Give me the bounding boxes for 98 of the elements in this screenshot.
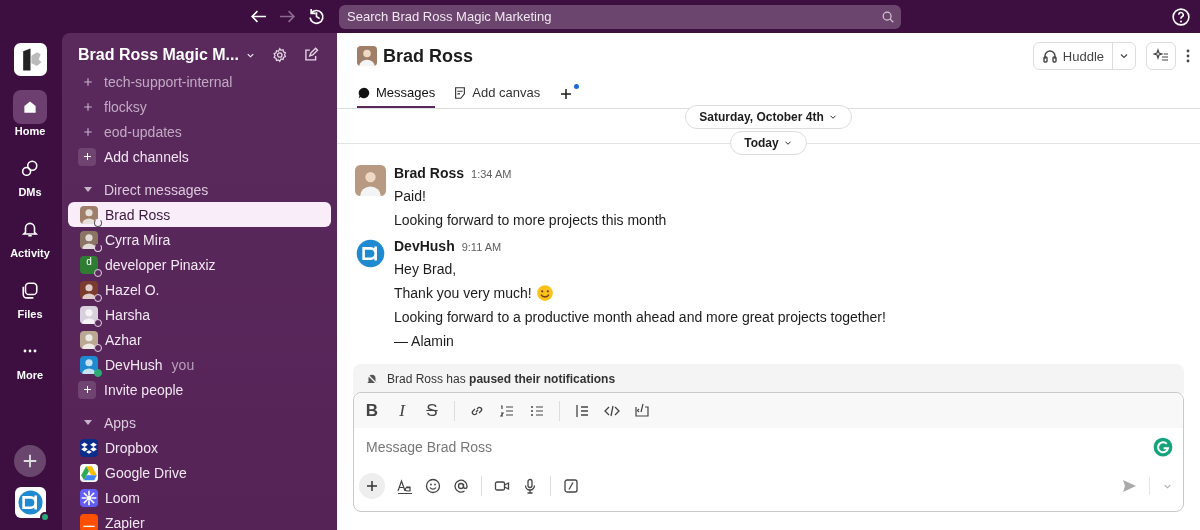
avatar xyxy=(80,305,98,324)
dm-item[interactable]: Cyrra Mira xyxy=(68,227,331,252)
shortcut-icon[interactable] xyxy=(563,478,579,494)
files-icon xyxy=(21,281,39,299)
avatar xyxy=(80,280,98,299)
avatar xyxy=(80,355,98,374)
avatar: d xyxy=(80,255,98,274)
dm-item[interactable]: Azhar xyxy=(68,327,331,352)
app-item[interactable]: Zapier xyxy=(68,510,331,530)
message-text: Hey Brad, xyxy=(394,260,457,277)
help-icon[interactable] xyxy=(1172,7,1190,26)
kebab-menu-icon[interactable] xyxy=(1186,48,1190,64)
forward-arrow-icon[interactable] xyxy=(279,8,296,25)
banner-text: Brad Ross has paused their notifications xyxy=(387,372,616,386)
date-divider[interactable]: Saturday, October 4th xyxy=(685,105,852,129)
dm-item[interactable]: Harsha xyxy=(68,302,331,327)
attach-button[interactable] xyxy=(359,473,385,499)
author-name[interactable]: DevHush xyxy=(394,238,455,254)
video-icon[interactable] xyxy=(494,478,510,494)
section-header[interactable]: Apps xyxy=(68,410,331,435)
sparkle-list-icon xyxy=(1153,48,1169,64)
rail-tab[interactable]: Activity xyxy=(10,212,50,259)
more-icon xyxy=(22,349,38,353)
back-arrow-icon[interactable] xyxy=(250,8,267,25)
workspace-logo[interactable] xyxy=(13,43,47,76)
app-item[interactable]: Google Drive xyxy=(68,460,331,485)
quote-icon[interactable] xyxy=(574,402,590,419)
section-header[interactable]: Direct messages xyxy=(68,177,331,202)
chat-bubble-icon xyxy=(357,85,371,100)
avatar xyxy=(355,238,386,269)
dm-item[interactable]: DevHush you xyxy=(68,352,331,377)
headphones-icon xyxy=(1041,48,1058,64)
date-divider[interactable]: Today xyxy=(730,131,807,155)
add-item[interactable]: Invite people xyxy=(68,377,331,402)
tab[interactable]: Add canvas xyxy=(453,85,541,108)
smiley-icon xyxy=(535,283,554,302)
dm-item[interactable]: Brad Ross xyxy=(68,202,331,227)
avatar xyxy=(80,205,98,224)
plus-icon xyxy=(81,384,93,395)
avatar xyxy=(80,230,98,249)
tab[interactable]: Messages xyxy=(357,85,436,108)
user-avatar[interactable] xyxy=(14,487,46,518)
bold-button[interactable]: B xyxy=(364,400,380,421)
search-icon xyxy=(881,9,895,24)
plus-icon xyxy=(82,100,94,113)
app-item[interactable]: Dropbox xyxy=(68,435,331,460)
add-item[interactable]: Add channels xyxy=(68,144,331,169)
channel-item[interactable]: flocksy xyxy=(68,94,331,119)
channel-item[interactable]: tech-support-internal xyxy=(68,69,331,94)
dm-item[interactable]: d developer Pinaxiz xyxy=(68,252,331,277)
settings-icon[interactable] xyxy=(271,45,288,65)
avatar xyxy=(80,330,98,349)
emoji-icon[interactable] xyxy=(425,478,441,494)
rail-tab[interactable]: More xyxy=(13,334,47,381)
code-block-icon[interactable] xyxy=(634,402,650,419)
rail-tab[interactable]: Files xyxy=(13,273,47,320)
message-text: Paid! xyxy=(394,187,426,204)
bell-icon xyxy=(21,220,39,238)
bell-muted-icon xyxy=(365,372,379,386)
mention-icon[interactable] xyxy=(453,478,469,494)
caret-down-icon xyxy=(84,420,92,425)
avatar xyxy=(355,165,386,196)
you-label: you xyxy=(171,356,195,373)
summary-button[interactable] xyxy=(1146,42,1176,70)
strikethrough-button[interactable]: S xyxy=(424,400,440,421)
app-icon xyxy=(80,513,98,530)
workspace-menu[interactable]: Brad Ross Magic M... xyxy=(78,46,256,64)
app-icon xyxy=(80,463,98,482)
microphone-icon[interactable] xyxy=(522,478,538,494)
channel-title[interactable]: Brad Ross xyxy=(357,45,474,67)
chat-bubbles-icon xyxy=(21,159,39,177)
caret-down-icon xyxy=(84,187,92,192)
timestamp[interactable]: 9:11 AM xyxy=(461,241,502,253)
app-icon xyxy=(80,438,98,457)
channel-item[interactable]: eod-updates xyxy=(68,119,331,144)
plus-icon xyxy=(82,125,94,138)
rail-tab[interactable]: DMs xyxy=(13,151,47,198)
grammarly-icon[interactable] xyxy=(1153,437,1173,457)
numbered-list-icon[interactable] xyxy=(499,402,515,419)
plus-icon xyxy=(81,151,93,162)
plus-icon xyxy=(364,478,380,494)
add-button[interactable] xyxy=(14,445,46,477)
message-text: Looking forward to a productive month ahead and more great projects together! xyxy=(394,308,886,325)
author-name[interactable]: Brad Ross xyxy=(394,165,465,181)
text-format-icon[interactable] xyxy=(397,478,413,494)
message-text: Looking forward to more projects this month xyxy=(394,211,667,228)
dm-item[interactable]: Hazel O. xyxy=(68,277,331,302)
timestamp[interactable]: 1:34 AM xyxy=(471,168,512,180)
app-icon xyxy=(80,488,98,507)
italic-button[interactable]: I xyxy=(394,400,410,421)
app-item[interactable]: Loom xyxy=(68,485,331,510)
history-icon[interactable] xyxy=(308,8,325,25)
plus-icon xyxy=(82,75,94,88)
search-field[interactable]: Search Brad Ross Magic Marketing xyxy=(339,4,901,29)
avatar xyxy=(357,46,377,66)
canvas-icon xyxy=(453,85,468,100)
message-text: Thank you very much! xyxy=(394,284,532,301)
message-text: — Alamin xyxy=(394,332,454,349)
